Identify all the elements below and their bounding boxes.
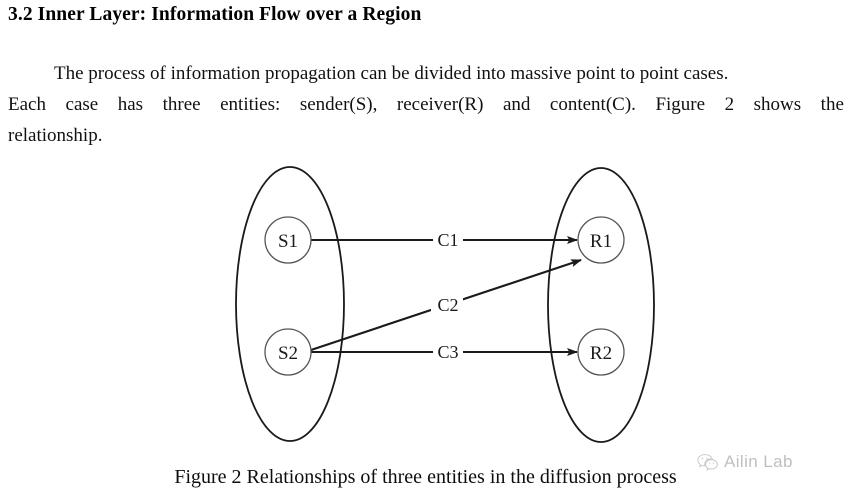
paragraph-line-1: The process of information propagation c…: [54, 63, 729, 84]
diagram-canvas: C1 C2 C3 S1 S2 R1 R2: [235, 166, 655, 443]
paragraph-word: three: [162, 94, 201, 115]
paragraph-word: content(C).: [549, 94, 636, 115]
paragraph-word: Each: [8, 94, 46, 115]
document-page: 3.2 Inner Layer: Information Flow over a…: [0, 0, 851, 502]
paragraph-word: entities:: [220, 94, 281, 115]
figure-2-diagram: C1 C2 C3 S1 S2 R1 R2: [0, 150, 851, 455]
section-heading: 3.2 Inner Layer: Information Flow over a…: [8, 4, 422, 25]
paragraph-word: the: [820, 94, 844, 115]
paragraph-word: 2: [724, 94, 735, 115]
node-label-r1: R1: [590, 231, 612, 252]
paragraph-word: case: [65, 94, 99, 115]
paragraph-word: receiver(R): [396, 94, 484, 115]
edge-label-c1: C1: [437, 230, 458, 250]
edge-label-c2: C2: [437, 295, 458, 315]
receiver-group-ellipse: [547, 167, 655, 443]
paragraph-line-2: Each case has three entities: sender(S),…: [8, 89, 844, 120]
paragraph-word: and: [502, 94, 531, 115]
paragraph-word: Figure: [655, 94, 706, 115]
node-label-r2: R2: [590, 343, 612, 364]
body-paragraph: The process of information propagation c…: [8, 58, 844, 151]
node-label-s2: S2: [278, 343, 298, 364]
paragraph-word: shows: [753, 94, 802, 115]
paragraph-word: sender(S),: [299, 94, 378, 115]
sender-group-ellipse: [235, 166, 345, 442]
node-label-s1: S1: [278, 231, 298, 252]
paragraph-line-3: relationship.: [8, 125, 103, 146]
paragraph-word: has: [117, 94, 144, 115]
figure-caption: Figure 2 Relationships of three entities…: [174, 466, 677, 488]
edge-label-c3: C3: [437, 342, 458, 362]
